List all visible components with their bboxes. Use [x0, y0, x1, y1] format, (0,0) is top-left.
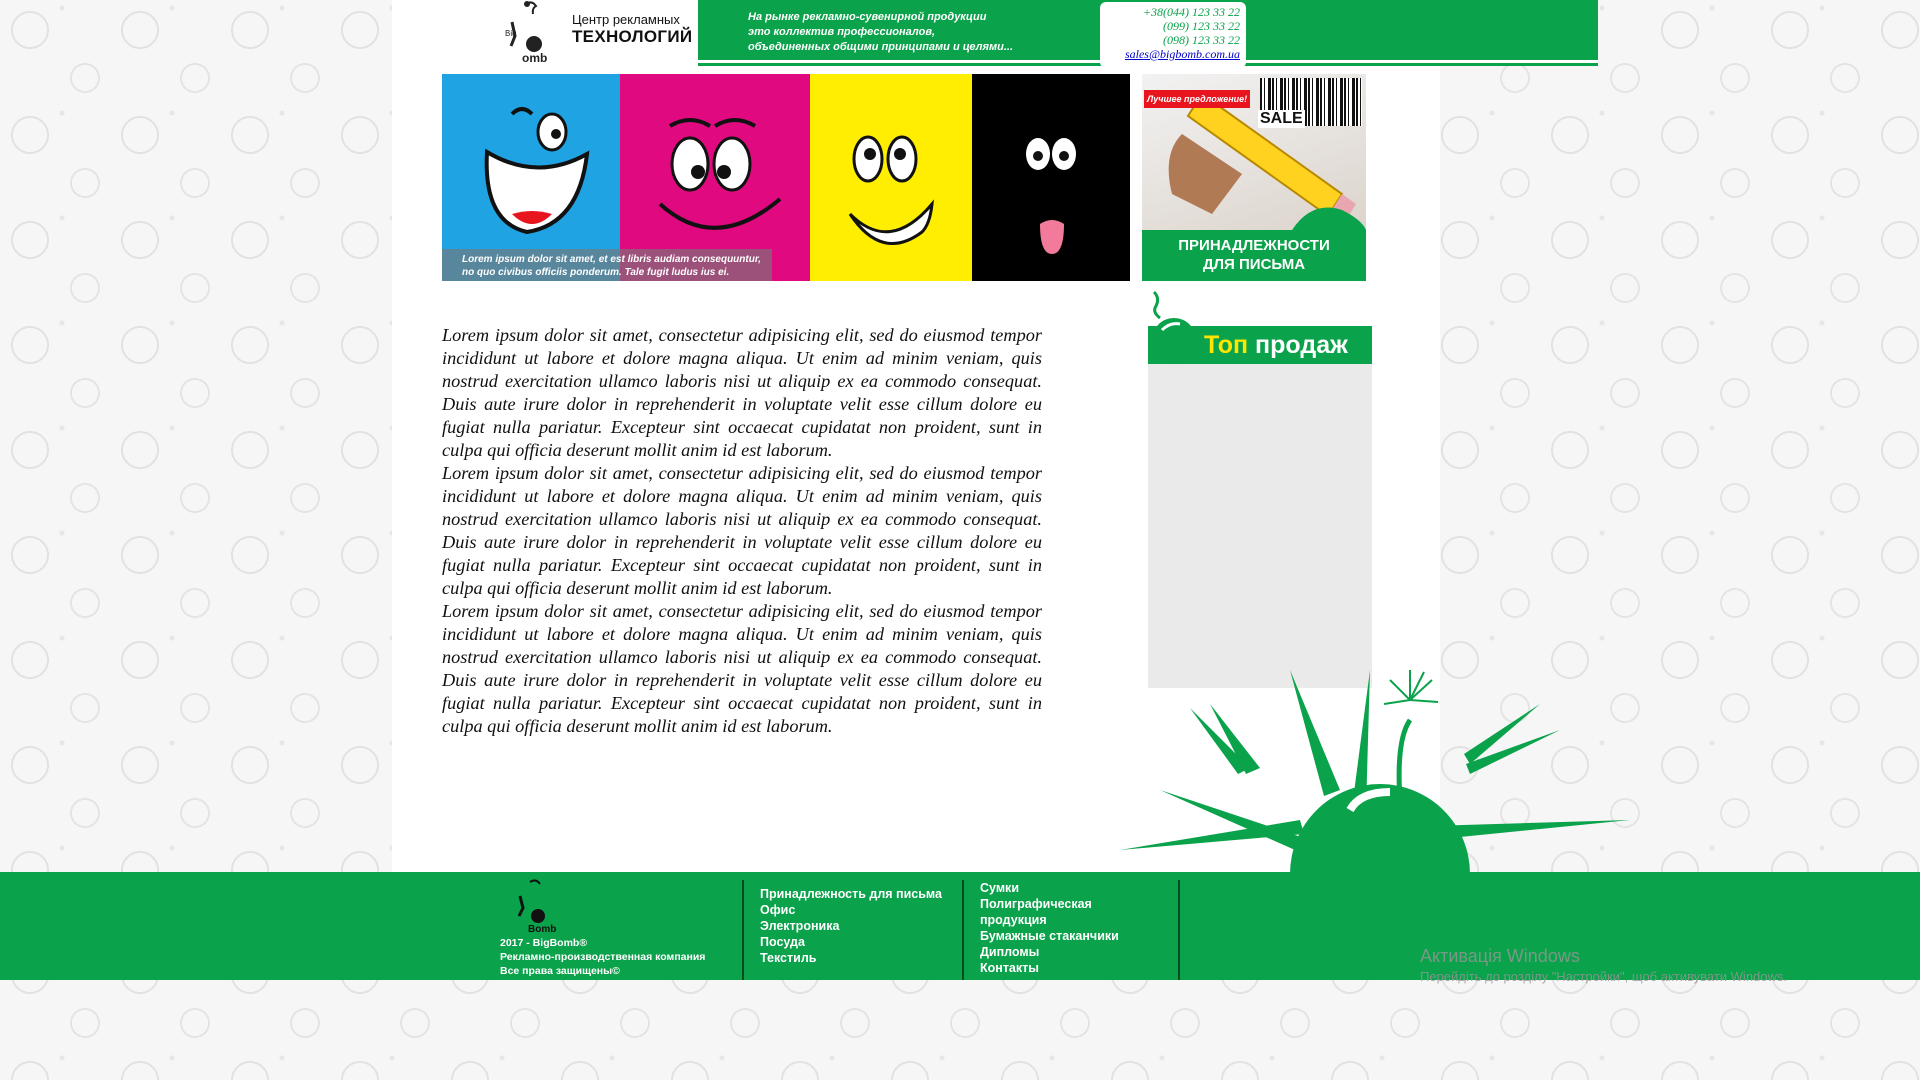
- site-logo[interactable]: omb Big Центр рекламных ТЕХНОЛОГИЙ: [500, 0, 695, 66]
- top-sales-title: Топ продаж: [1204, 331, 1348, 360]
- svg-text:omb: omb: [522, 51, 547, 65]
- footer-link-writing[interactable]: Принадлежность для письма: [760, 886, 942, 902]
- phone-number: (099) 123 33 22: [1163, 19, 1240, 33]
- copyright-line: 2017 - BigBomb®: [500, 937, 588, 949]
- footer-link-office[interactable]: Офис: [760, 902, 942, 918]
- footer-link-bags[interactable]: Сумки: [980, 880, 1140, 896]
- footer-copyright: 2017 - BigBomb® Рекламно-производственна…: [500, 936, 705, 978]
- article-text: Lorem ipsum dolor sit amet, consectetur …: [442, 324, 1042, 738]
- promo-label: ПРИНАДЛЕЖНОСТИ ДЛЯ ПИСЬМА: [1142, 230, 1366, 281]
- promo-image: Лучшее предложение! SALE: [1142, 74, 1366, 230]
- tagline-line: На рынке рекламно-сувенирной продукции: [748, 11, 987, 23]
- happy-face-icon: [848, 135, 934, 246]
- footer-link-paper-cups[interactable]: Бумажные стаканчики: [980, 928, 1140, 944]
- sale-label: SALE: [1258, 110, 1305, 128]
- tongue-face-icon: [1026, 138, 1076, 254]
- footer-link-textile[interactable]: Текстиль: [760, 950, 942, 966]
- article-paragraph: Lorem ipsum dolor sit amet, consectetur …: [442, 463, 1042, 598]
- top-sales-title-highlight: Топ: [1204, 331, 1249, 359]
- svg-text:Bomb: Bomb: [528, 924, 556, 934]
- explosion-icon: [1120, 670, 1630, 874]
- contacts-box: +38(044) 123 33 22 (099) 123 33 22 (098)…: [1100, 2, 1246, 68]
- phone-number: +38(044) 123 33 22: [1142, 5, 1240, 19]
- footer-menu-left: Принадлежность для письма Офис Электрони…: [760, 886, 942, 966]
- banner-panel-black: [972, 74, 1130, 281]
- hero-banner[interactable]: Lorem ipsum dolor sit amet, et est libri…: [442, 74, 1130, 281]
- top-sales-list: [1148, 364, 1372, 688]
- footer-menu-right: Сумки Полиграфическая продукция Бумажные…: [980, 880, 1140, 976]
- tagline-line: объединенных общими принципами и целями.…: [748, 41, 1014, 53]
- caption-line: Lorem ipsum dolor sit amet, et est libri…: [462, 254, 761, 265]
- promo-label-line: ДЛЯ ПИСЬМА: [1202, 256, 1306, 273]
- banner-caption: Lorem ipsum dolor sit amet, et est libri…: [442, 249, 772, 281]
- top-sales-title-rest: продаж: [1255, 331, 1348, 359]
- svg-text:Big: Big: [505, 29, 517, 38]
- phone-number: (098) 123 33 22: [1163, 33, 1240, 47]
- email-link[interactable]: sales@bigbomb.com.ua: [1100, 47, 1240, 61]
- footer-link-printing[interactable]: Полиграфическая продукция: [980, 896, 1140, 928]
- bomb-logo-icon: omb Big: [505, 1, 547, 65]
- footer-link-diplomas[interactable]: Дипломы: [980, 944, 1140, 960]
- footer-link-contacts[interactable]: Контакты: [980, 960, 1140, 976]
- watermark-title: Активація Windows: [1420, 946, 1580, 966]
- banner-panel-yellow: [810, 74, 972, 281]
- bomb-icon: [1152, 290, 1196, 362]
- logo-line-1: Центр рекламных: [572, 12, 680, 27]
- footer-logo-icon[interactable]: Bomb: [512, 878, 562, 934]
- footer-divider: [1178, 880, 1180, 980]
- footer-divider: [742, 880, 744, 980]
- header-tagline: На рынке рекламно-сувенирной продукции э…: [748, 10, 1013, 55]
- caption-line: no quo civibus officiis ponderum. Tale f…: [462, 267, 730, 278]
- logo-line-2: ТЕХНОЛОГИЙ: [572, 27, 693, 46]
- footer-divider: [962, 880, 964, 980]
- article-paragraph: Lorem ipsum dolor sit amet, consectetur …: [442, 601, 1042, 736]
- footer-link-electronics[interactable]: Электроника: [760, 918, 942, 934]
- watermark-subtitle: Перейдіть до розділу "Настройки", щоб ак…: [1420, 969, 1788, 984]
- promo-tag: Лучшее предложение!: [1144, 90, 1251, 108]
- header-bar: На рынке рекламно-сувенирной продукции э…: [698, 0, 1598, 68]
- windows-activation-watermark: Активація Windows Перейдіть до розділу "…: [1420, 946, 1787, 984]
- promo-writing-supplies[interactable]: Лучшее предложение! SALE ПРИНАДЛЕЖНОСТИ …: [1142, 74, 1366, 281]
- top-sales-widget: Топ продаж: [1148, 288, 1372, 688]
- promo-label-line: ПРИНАДЛЕЖНОСТИ: [1178, 237, 1330, 254]
- copyright-line: Рекламно-производственная компания: [500, 951, 706, 963]
- tagline-line: это коллектив профессионалов,: [748, 26, 936, 38]
- copyright-line: Все права защищены©: [500, 965, 620, 977]
- article-paragraph: Lorem ipsum dolor sit amet, consectetur …: [442, 325, 1042, 460]
- footer-link-dishes[interactable]: Посуда: [760, 934, 942, 950]
